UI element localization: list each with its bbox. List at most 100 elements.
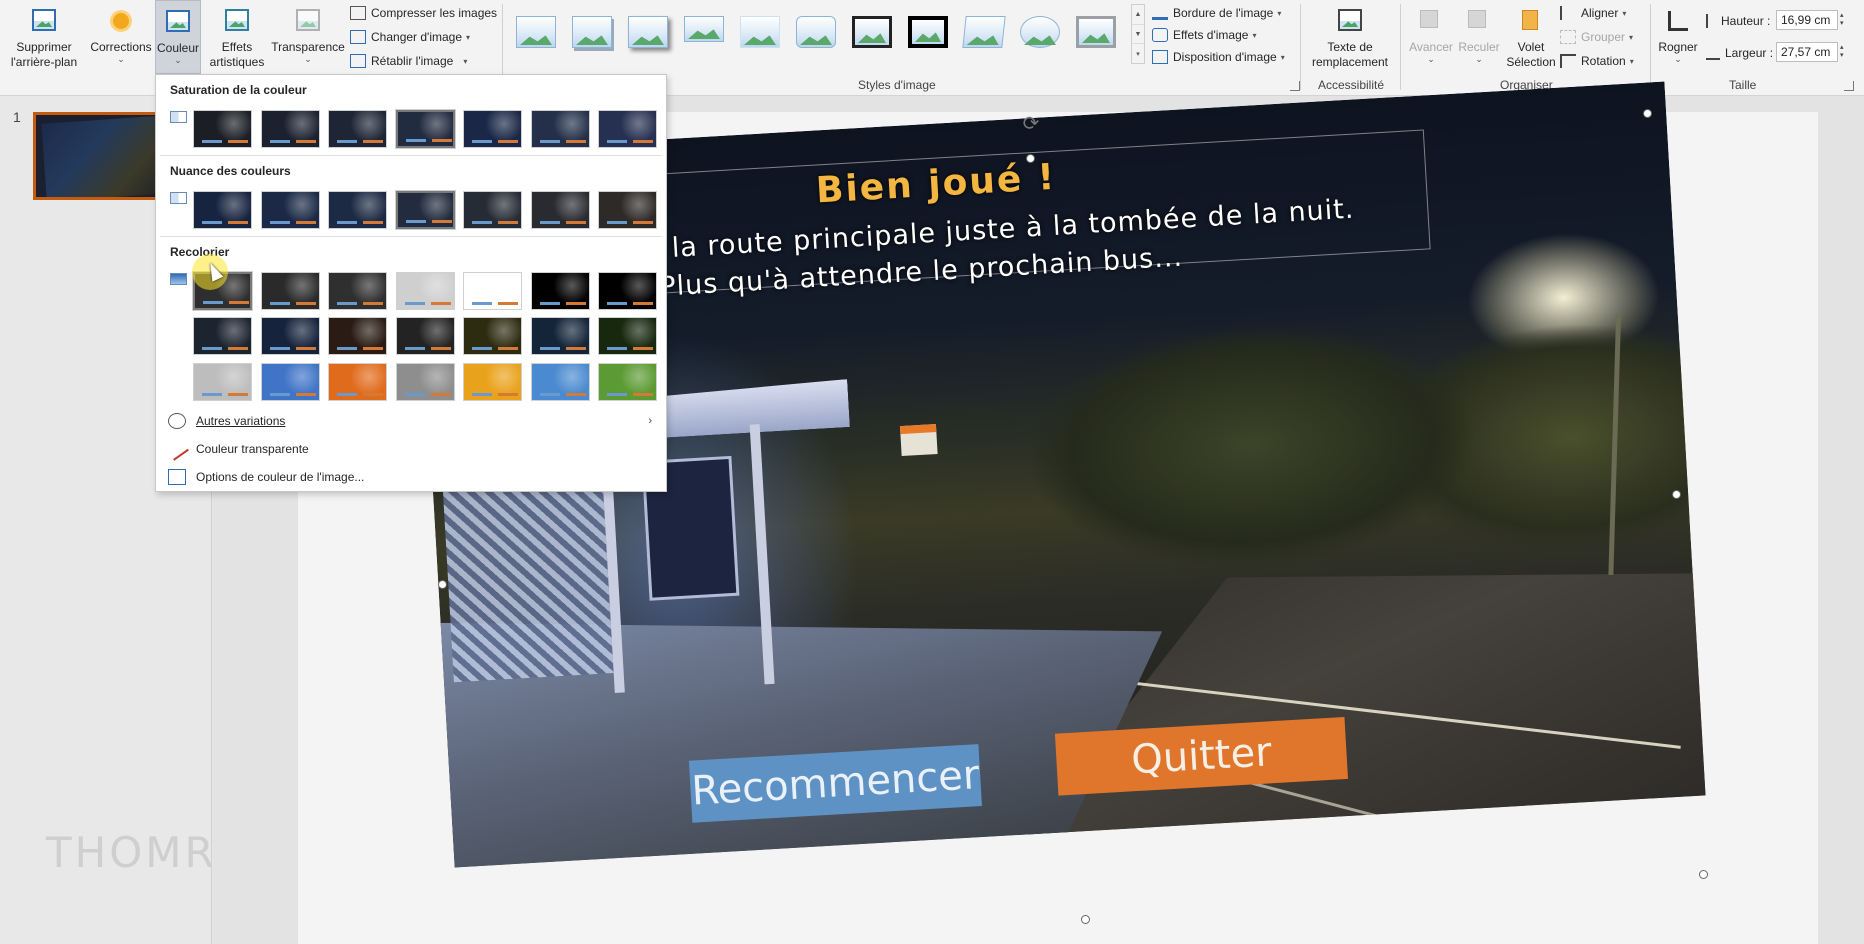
recolor-row3-swatch-4[interactable]: [395, 363, 455, 401]
saturation-swatch-3[interactable]: [328, 110, 387, 148]
saturation-swatch-6[interactable]: [530, 110, 590, 148]
recolor-row1-swatch-6[interactable]: [530, 272, 590, 310]
saturation-swatch-2[interactable]: [260, 110, 320, 148]
selection-pane-button[interactable]: Volet Sélection: [1506, 0, 1556, 76]
recolor-row3-swatch-2[interactable]: [260, 363, 320, 401]
resize-handle-top-right[interactable]: [1643, 109, 1652, 118]
bring-forward-button[interactable]: Avancer ⌄: [1406, 0, 1456, 76]
tone-swatch-3[interactable]: [328, 191, 387, 229]
style-reflected[interactable]: [680, 12, 728, 52]
saturation-swatch-7[interactable]: [598, 110, 657, 148]
chevron-down-icon: ⌄: [174, 55, 182, 65]
align-icon: [1560, 6, 1576, 20]
color-options-item[interactable]: Options de couleur de l'image...: [168, 465, 658, 489]
resize-handle-bottom-right[interactable]: [1699, 870, 1708, 879]
resize-handle-left[interactable]: [438, 580, 447, 589]
style-black-frame[interactable]: [848, 12, 896, 52]
artistic-effects-button[interactable]: Effets artistiques: [204, 0, 270, 76]
recolor-row1-swatch-3[interactable]: [328, 272, 387, 310]
recolor-row1-swatch-4[interactable]: [395, 272, 455, 310]
style-perspective[interactable]: [960, 12, 1008, 52]
recolor-row2-swatch-3[interactable]: [328, 317, 387, 355]
style-rounded[interactable]: [792, 12, 840, 52]
more-variations-item[interactable]: Autres variations ›: [168, 409, 658, 433]
saturation-swatch-5[interactable]: [463, 110, 522, 148]
width-spinner[interactable]: ▴ ▾: [1840, 44, 1844, 60]
styles-dialog-launcher[interactable]: [1290, 81, 1300, 91]
chevron-down-icon: ⌄: [117, 54, 125, 64]
gallery-scroll[interactable]: ▲ ▼ ▾: [1131, 4, 1145, 64]
recolor-row1-swatch-7[interactable]: [598, 272, 657, 310]
corrections-button[interactable]: Corrections ⌄: [88, 0, 154, 76]
style-soft-shadow[interactable]: [568, 12, 616, 52]
recolor-row1-swatch-2[interactable]: [260, 272, 320, 310]
recolor-row2-swatch-2[interactable]: [260, 317, 320, 355]
recolor-row3-swatch-3[interactable]: [328, 363, 387, 401]
recolor-row3-swatch-6[interactable]: [530, 363, 590, 401]
remove-background-button[interactable]: Supprimer l'arrière-plan: [6, 0, 82, 76]
recolor-row3-swatch-7[interactable]: [598, 363, 657, 401]
tone-swatch-7[interactable]: [598, 191, 657, 229]
style-simple-frame[interactable]: [512, 12, 560, 52]
style-drop-shadow[interactable]: [624, 12, 672, 52]
recolor-row2-swatch-7[interactable]: [598, 317, 657, 355]
compress-images-button[interactable]: Compresser les images: [350, 2, 497, 24]
chevron-right-icon: ›: [648, 415, 652, 427]
transparency-icon: [293, 6, 323, 36]
recolor-row2-swatch-6[interactable]: [530, 317, 590, 355]
saturation-swatch-4[interactable]: [395, 110, 455, 148]
crop-button[interactable]: Rogner ⌄: [1654, 0, 1702, 76]
resize-handle-bottom[interactable]: [1081, 915, 1090, 924]
reset-image-button[interactable]: Rétablir l'image ▾: [350, 50, 467, 72]
style-oval[interactable]: [1016, 12, 1064, 52]
bring-forward-icon: [1416, 6, 1446, 36]
tone-swatch-4[interactable]: [395, 191, 455, 229]
image-border-button[interactable]: Bordure de l'image ▾: [1152, 2, 1281, 24]
style-soft-edge[interactable]: [736, 12, 784, 52]
recolor-row1-swatch-5[interactable]: [463, 272, 522, 310]
color-options-icon: [168, 469, 186, 485]
chevron-down-icon: ▾: [1622, 8, 1627, 18]
send-backward-button[interactable]: Reculer ⌄: [1454, 0, 1504, 76]
recolor-row2-swatch-5[interactable]: [463, 317, 522, 355]
recolor-row3-swatch-1[interactable]: [193, 363, 252, 401]
alt-text-button[interactable]: Texte de remplacement: [1306, 0, 1394, 76]
rotate-handle-icon[interactable]: ⟳: [1020, 114, 1042, 136]
width-input[interactable]: 27,57 cm: [1776, 42, 1838, 62]
resize-handle-right[interactable]: [1672, 490, 1681, 499]
scroll-down-icon[interactable]: ▼: [1132, 25, 1144, 45]
group-button[interactable]: Grouper ▾: [1560, 26, 1633, 48]
size-dialog-launcher[interactable]: [1844, 81, 1854, 91]
style-bevel[interactable]: [1072, 12, 1120, 52]
align-button[interactable]: Aligner ▾: [1560, 2, 1626, 24]
gallery-expand-icon[interactable]: ▾: [1132, 44, 1144, 63]
recolor-row3-swatch-5[interactable]: [463, 363, 522, 401]
height-row: Hauteur :: [1706, 10, 1770, 32]
tone-swatch-1[interactable]: [193, 191, 252, 229]
recolor-row2-swatch-1[interactable]: [193, 317, 252, 355]
height-input[interactable]: 16,99 cm: [1776, 10, 1838, 30]
image-layout-button[interactable]: Disposition d'image ▾: [1152, 46, 1285, 68]
palette-icon: [168, 413, 186, 429]
resize-handle-top[interactable]: [1026, 154, 1035, 163]
send-backward-icon: [1464, 6, 1494, 36]
transparent-color-item[interactable]: Couleur transparente: [165, 437, 658, 461]
style-thick-black-frame[interactable]: [904, 12, 952, 52]
image-effects-button[interactable]: Effets d'image ▾: [1152, 24, 1256, 46]
color-button[interactable]: Couleur ⌄: [155, 0, 201, 74]
saturation-swatch-1[interactable]: [193, 110, 252, 148]
tone-swatch-5[interactable]: [463, 191, 522, 229]
change-image-button[interactable]: Changer d'image ▾: [350, 26, 470, 48]
height-spinner[interactable]: ▴ ▾: [1840, 12, 1844, 28]
rotate-button[interactable]: Rotation ▾: [1560, 50, 1634, 72]
chevron-down-icon: ⌄: [1674, 54, 1682, 64]
transparency-button[interactable]: Transparence ⌄: [271, 0, 345, 76]
scroll-up-icon[interactable]: ▲: [1132, 5, 1144, 25]
recolor-row2-swatch-4[interactable]: [395, 317, 455, 355]
chevron-down-icon: ⌄: [1427, 54, 1435, 64]
rotate-icon: [1560, 54, 1576, 68]
tone-swatch-2[interactable]: [260, 191, 320, 229]
tone-swatch-6[interactable]: [530, 191, 590, 229]
height-icon: [1706, 14, 1716, 28]
group-icon: [1560, 30, 1576, 44]
